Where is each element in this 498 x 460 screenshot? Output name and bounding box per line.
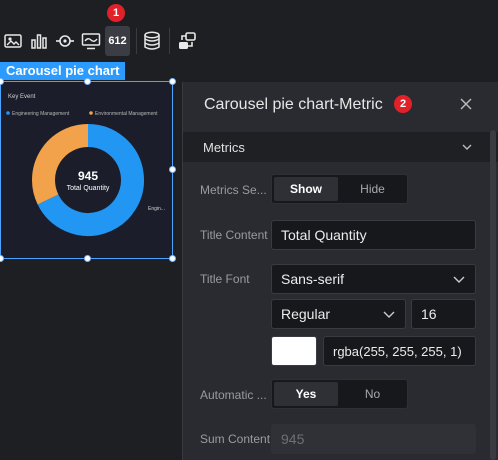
no-option[interactable]: No — [340, 380, 405, 408]
legend-label-1: Environmental Management — [95, 111, 158, 117]
sum-content-label: Sum Content — [200, 432, 271, 446]
linkage-icon[interactable] — [176, 26, 198, 56]
sum-content-input: 945 — [271, 424, 476, 454]
center-value: 945 — [78, 169, 98, 183]
toolbar-divider — [169, 28, 170, 54]
image-icon[interactable] — [3, 26, 23, 56]
metrics-setting-label: Metrics Se... — [200, 183, 267, 197]
font-color-swatch[interactable] — [271, 336, 317, 366]
font-family-select[interactable]: Sans-serif — [271, 264, 476, 294]
title-content-input[interactable]: Total Quantity — [271, 220, 476, 250]
pie-chart-svg: Key Event Engineering Management Environ… — [6, 94, 165, 236]
font-size-input[interactable]: 16 — [411, 299, 476, 329]
metrics-show-hide-toggle[interactable]: Show Hide — [271, 174, 408, 204]
toolbar-divider — [136, 28, 137, 54]
chevron-down-icon — [383, 311, 395, 318]
font-family-value: Sans-serif — [281, 271, 345, 287]
chevron-down-icon — [453, 276, 465, 283]
carousel-pie-chart[interactable]: Key Event Engineering Management Environ… — [0, 78, 176, 262]
resize-handle[interactable] — [84, 255, 91, 262]
show-option[interactable]: Show — [274, 177, 338, 201]
legend-label-0: Engineering Management — [12, 111, 70, 117]
chevron-down-icon — [462, 144, 472, 150]
resize-handle[interactable] — [169, 255, 176, 262]
automatic-label: Automatic ... — [200, 388, 267, 402]
panel-scrollbar[interactable] — [490, 130, 496, 460]
resize-handle[interactable] — [0, 255, 4, 262]
number-flop-label: 612 — [108, 35, 127, 47]
eye-target-icon[interactable] — [55, 26, 75, 56]
font-weight-value: Regular — [281, 306, 331, 322]
resize-handle[interactable] — [169, 78, 176, 85]
yes-option[interactable]: Yes — [274, 382, 338, 406]
monitor-icon[interactable] — [80, 26, 102, 56]
legend-swatch-0 — [6, 111, 10, 115]
legend-swatch-1 — [89, 111, 93, 115]
section-label: Metrics — [203, 140, 245, 155]
slice-label: Engin... — [148, 206, 165, 212]
metrics-section-header[interactable]: Metrics — [183, 132, 498, 162]
annotation-marker-1: 1 — [107, 4, 125, 22]
component-name-tag: Carousel pie chart — [0, 62, 126, 80]
automatic-yes-no-toggle[interactable]: Yes No — [271, 379, 408, 409]
close-icon[interactable] — [458, 96, 474, 112]
metric-settings-panel: Carousel pie chart-Metric 2 Metrics Metr… — [182, 82, 498, 460]
hide-option[interactable]: Hide — [340, 175, 405, 203]
center-label: Total Quantity — [67, 185, 110, 192]
toolbar: 612 — [0, 26, 210, 58]
font-color-input[interactable]: rgba(255, 255, 255, 1) — [323, 336, 476, 366]
annotation-marker-2: 2 — [394, 95, 412, 113]
resize-handle[interactable] — [84, 78, 91, 85]
bar-chart-icon[interactable] — [29, 26, 49, 56]
number-flop-icon[interactable]: 612 — [105, 26, 130, 56]
resize-handle[interactable] — [169, 166, 176, 173]
chart-title: Key Event — [8, 94, 36, 100]
panel-title: Carousel pie chart-Metric — [204, 96, 383, 113]
title-content-label: Title Content — [200, 228, 268, 242]
title-font-label: Title Font — [200, 272, 250, 286]
database-icon[interactable] — [141, 26, 163, 56]
font-weight-select[interactable]: Regular — [271, 299, 406, 329]
